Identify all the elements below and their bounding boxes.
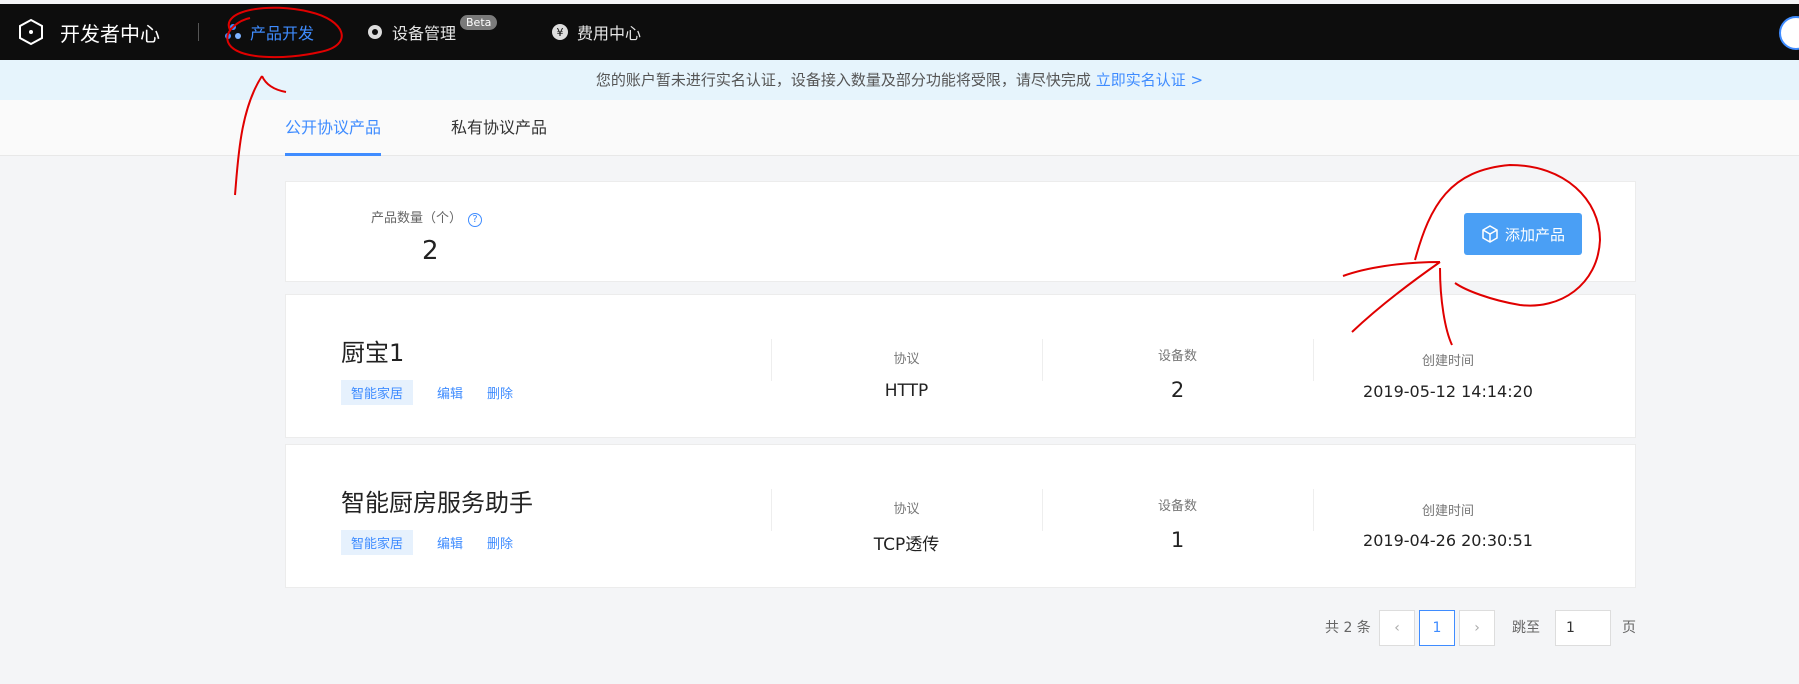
nav-item-product-dev[interactable]: 产品开发 xyxy=(224,4,314,60)
brand[interactable]: 开发者中心 xyxy=(16,17,160,47)
goto-page-input[interactable] xyxy=(1555,610,1611,646)
tab-private-protocol[interactable]: 私有协议产品 xyxy=(451,100,547,156)
created-column: 创建时间 2019-05-12 14:14:20 xyxy=(1313,295,1583,439)
category-tag: 智能家居 xyxy=(341,530,414,555)
product-dev-icon xyxy=(224,23,242,41)
goto-label: 跳至 xyxy=(1512,620,1540,636)
created-column: 创建时间 2019-04-26 20:30:51 xyxy=(1313,445,1583,589)
verify-now-link[interactable]: 立即实名认证 > xyxy=(1096,71,1203,89)
nav-item-label: 设备管理 xyxy=(392,24,457,43)
avatar[interactable] xyxy=(1779,16,1799,50)
category-tag: 智能家居 xyxy=(341,380,414,405)
page-1-button[interactable]: 1 xyxy=(1419,610,1455,646)
product-summary-card: 产品数量（个）? 2 添加产品 xyxy=(285,181,1636,282)
beta-badge: Beta xyxy=(460,14,498,30)
add-product-button[interactable]: 添加产品 xyxy=(1464,213,1582,255)
box-icon xyxy=(1482,225,1498,243)
devices-column: 设备数 2 xyxy=(1042,295,1313,439)
product-card[interactable]: 厨宝1 智能家居 编辑 删除 协议 HTTP 设备数 2 创建时间 2019-0… xyxy=(285,294,1636,438)
top-nav: 开发者中心 产品开发 设备管理 Beta ¥ 费用中心 xyxy=(0,4,1799,60)
created-value: 2019-05-12 14:14:20 xyxy=(1363,382,1533,401)
svg-text:¥: ¥ xyxy=(557,26,564,39)
edit-link[interactable]: 编辑 xyxy=(437,383,463,402)
nav-item-label: 费用中心 xyxy=(577,24,642,43)
total-count: 共 2 条 xyxy=(1325,620,1371,636)
help-icon[interactable]: ? xyxy=(468,213,483,227)
product-name[interactable]: 智能厨房服务助手 xyxy=(341,483,533,518)
nav-divider xyxy=(198,23,199,41)
protocol-label: 协议 xyxy=(893,502,920,517)
product-actions: 智能家居 编辑 删除 xyxy=(341,530,513,555)
nav-item-billing[interactable]: ¥ 费用中心 xyxy=(551,4,641,60)
created-value: 2019-04-26 20:30:51 xyxy=(1363,531,1533,550)
devices-value: 2 xyxy=(1170,378,1185,402)
protocol-tabs: 公开协议产品 私有协议产品 xyxy=(0,100,1799,156)
devices-value: 1 xyxy=(1170,528,1185,552)
next-page-button[interactable]: › xyxy=(1459,610,1495,646)
product-card[interactable]: 智能厨房服务助手 智能家居 编辑 删除 协议 TCP透传 设备数 1 创建时间 … xyxy=(285,444,1636,588)
tab-public-protocol[interactable]: 公开协议产品 xyxy=(285,100,382,156)
brand-title: 开发者中心 xyxy=(60,21,160,46)
nav-item-device-manage[interactable]: 设备管理 Beta xyxy=(366,4,498,60)
device-manage-icon xyxy=(366,23,384,41)
nav-item-label: 产品开发 xyxy=(250,24,315,43)
delete-link[interactable]: 删除 xyxy=(487,533,513,552)
page-suffix: 页 xyxy=(1622,620,1636,636)
notice-text: 您的账户暂未进行实名认证，设备接入数量及部分功能将受限，请尽快完成 xyxy=(595,71,1091,89)
devices-column: 设备数 1 xyxy=(1042,445,1313,589)
product-count: 2 xyxy=(422,236,439,266)
product-actions: 智能家居 编辑 删除 xyxy=(341,380,513,405)
protocol-value: TCP透传 xyxy=(873,535,940,555)
protocol-column: 协议 TCP透传 xyxy=(771,445,1042,589)
product-count-label: 产品数量（个）? xyxy=(371,207,483,227)
created-label: 创建时间 xyxy=(1421,504,1474,519)
delete-link[interactable]: 删除 xyxy=(487,383,513,402)
protocol-label: 协议 xyxy=(893,352,920,367)
hexagon-logo-icon xyxy=(16,17,46,47)
yen-icon: ¥ xyxy=(551,23,569,41)
protocol-column: 协议 HTTP xyxy=(771,295,1042,439)
verification-notice: 您的账户暂未进行实名认证，设备接入数量及部分功能将受限，请尽快完成 立即实名认证… xyxy=(0,60,1799,100)
protocol-value: HTTP xyxy=(884,381,929,401)
edit-link[interactable]: 编辑 xyxy=(437,533,463,552)
devices-label: 设备数 xyxy=(1157,349,1197,364)
devices-label: 设备数 xyxy=(1157,499,1197,514)
created-label: 创建时间 xyxy=(1421,354,1474,369)
product-name[interactable]: 厨宝1 xyxy=(341,333,404,368)
prev-page-button[interactable]: ‹ xyxy=(1379,610,1415,646)
